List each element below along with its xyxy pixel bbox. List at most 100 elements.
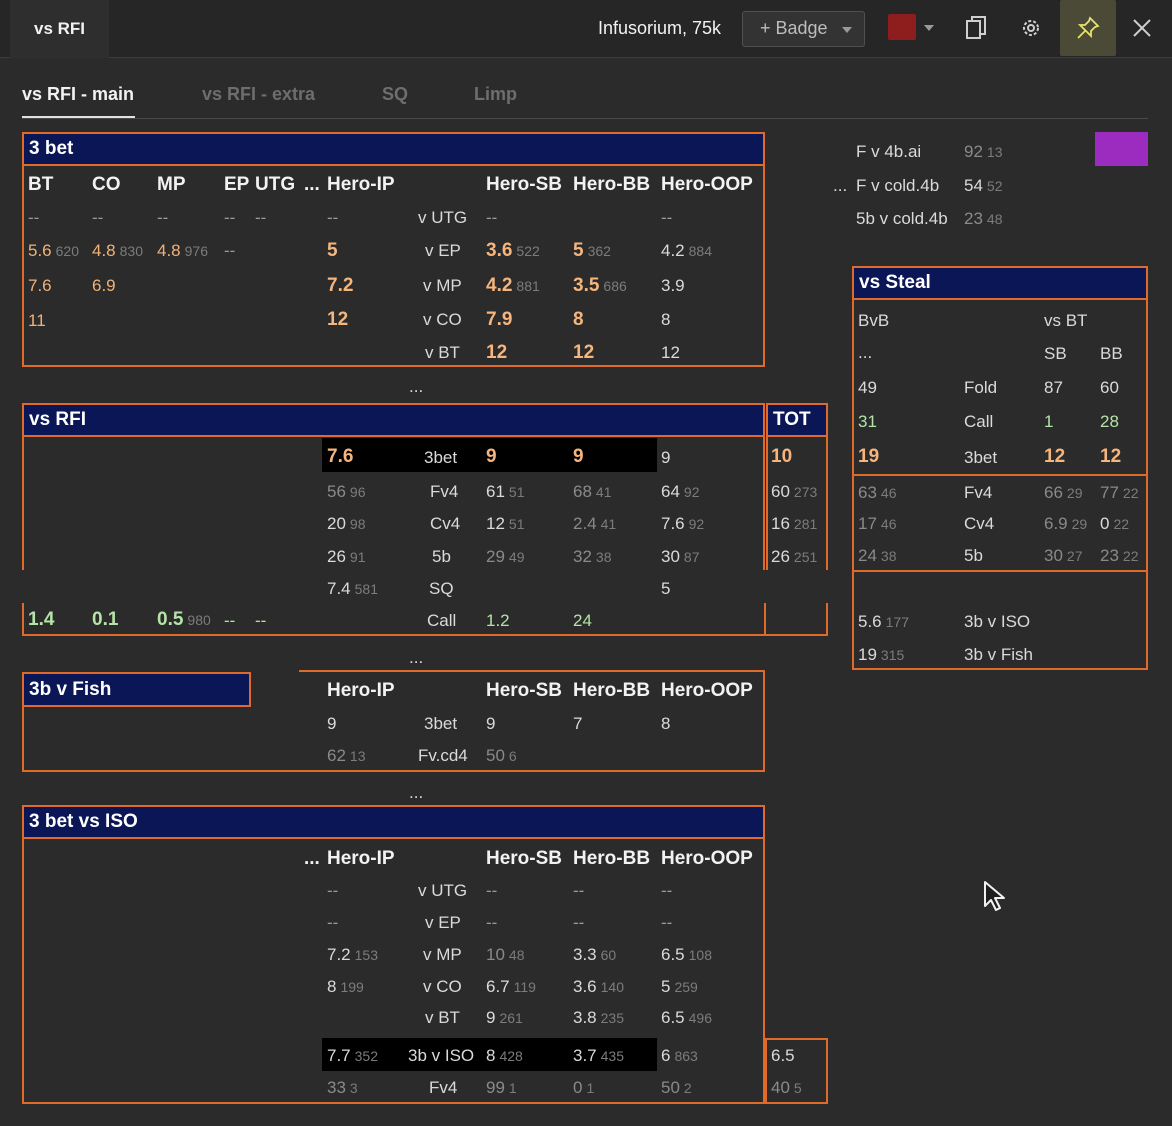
cell: 5	[327, 240, 338, 261]
cell: --	[486, 881, 498, 900]
value: 6	[661, 1046, 671, 1065]
row-label: 3b v Fish	[964, 645, 1033, 664]
cell: --	[486, 208, 498, 227]
value: 51	[508, 516, 525, 532]
row-label: Fv4	[964, 483, 993, 502]
value: 5	[573, 240, 584, 261]
divider	[763, 670, 765, 708]
value: 153	[354, 947, 378, 963]
tab-limp[interactable]: Limp	[474, 84, 517, 105]
value: 66	[1044, 483, 1063, 502]
badge-button[interactable]: + Badge	[742, 11, 865, 47]
row-label: Fv.cd4	[418, 746, 468, 765]
col-hero-sb: Hero-SB	[486, 848, 563, 869]
value: 33	[327, 1078, 346, 1097]
cell: 20 98	[327, 513, 366, 535]
cell: 6.5 108	[661, 944, 712, 966]
divider	[763, 437, 765, 570]
row-label: v UTG	[418, 208, 468, 227]
value: 4.8	[92, 241, 116, 260]
cell: 30 27	[1044, 545, 1083, 567]
tab-sq[interactable]: SQ	[382, 84, 408, 105]
col-hero-sb: Hero-SB	[486, 174, 563, 195]
value: 46	[880, 516, 897, 532]
value: 54	[964, 176, 983, 195]
gear-icon[interactable]	[1011, 8, 1051, 48]
value: 27	[1066, 548, 1083, 564]
cell: --	[224, 611, 236, 630]
cell: 26 91	[327, 546, 366, 568]
fish-header: 3b v Fish	[22, 672, 251, 707]
cell: 99 1	[486, 1077, 517, 1099]
copy-icon[interactable]	[956, 8, 996, 48]
cell: 5 259	[661, 976, 698, 998]
stat-label: F v 4b.ai	[856, 142, 922, 161]
chevron-down-icon[interactable]	[924, 25, 934, 31]
cell: 17 46	[858, 513, 897, 535]
tab-vs-rfi-main[interactable]: vs RFI - main	[22, 84, 134, 105]
cell: 5 362	[573, 240, 611, 262]
cell: --	[157, 208, 169, 227]
cell: 29 49	[486, 546, 525, 568]
cell: 8	[661, 714, 671, 733]
cell: 8	[661, 310, 671, 329]
col-hero-oop: Hero-OOP	[661, 680, 753, 701]
value: 235	[600, 1010, 624, 1026]
value: 5.6	[28, 241, 52, 260]
row-label: Fold	[964, 378, 998, 397]
color-swatch-button[interactable]	[888, 14, 916, 40]
cell: --	[28, 208, 40, 227]
value: 6	[508, 748, 517, 764]
cell: --	[486, 913, 498, 932]
cell: 10	[771, 446, 793, 467]
row-label: 3b v ISO	[408, 1046, 475, 1065]
value: 3.6	[486, 240, 513, 261]
value: 40	[771, 1078, 790, 1097]
value: 6.9	[1044, 514, 1068, 533]
cell: 3.7 435	[573, 1045, 624, 1067]
cell: 3.6 140	[573, 976, 624, 998]
cell: 4.8 830	[92, 240, 143, 262]
cell: 4.8 976	[157, 240, 208, 262]
ellipsis: ...	[409, 648, 424, 667]
cell: 5	[661, 579, 671, 598]
value: 352	[354, 1048, 378, 1064]
value: 8	[327, 977, 337, 996]
cell: 23 22	[1100, 545, 1139, 567]
value: 77	[1100, 483, 1119, 502]
value: 863	[674, 1048, 698, 1064]
value: 3.5	[573, 275, 600, 296]
divider	[852, 570, 1148, 572]
cell: 11	[28, 311, 46, 330]
value: 23	[964, 209, 983, 228]
cell: 64 92	[661, 481, 700, 503]
pin-button[interactable]	[1060, 0, 1116, 56]
row-label: Fv4	[429, 1078, 458, 1097]
cell: --	[255, 611, 267, 630]
value: 41	[595, 484, 612, 500]
value: 48	[986, 211, 1003, 227]
cell: 6.9	[92, 276, 116, 295]
tab-vs-rfi-extra[interactable]: vs RFI - extra	[202, 84, 315, 105]
value: 281	[793, 516, 818, 532]
cell: 26 251	[771, 546, 817, 568]
cell: 16 281	[771, 513, 817, 535]
cell: 24	[573, 611, 592, 630]
value: 6.5	[661, 1008, 685, 1027]
cell: 24 38	[858, 545, 897, 567]
value: 48	[508, 947, 525, 963]
value: 24	[858, 546, 877, 565]
value: 259	[674, 979, 698, 995]
col-bb: BB	[1100, 344, 1123, 363]
stat-value: 92 13	[964, 141, 1003, 163]
value: 13	[986, 144, 1003, 160]
cell: 3.8 235	[573, 1007, 624, 1029]
divider	[22, 437, 24, 570]
cell: 9	[573, 446, 584, 467]
value: 38	[595, 549, 612, 565]
close-icon[interactable]	[1122, 8, 1162, 48]
col-vs-bt: vs BT	[1044, 311, 1088, 330]
value: 52	[986, 178, 1003, 194]
col-hero-oop: Hero-OOP	[661, 848, 753, 869]
cell: 1.4	[28, 609, 55, 630]
